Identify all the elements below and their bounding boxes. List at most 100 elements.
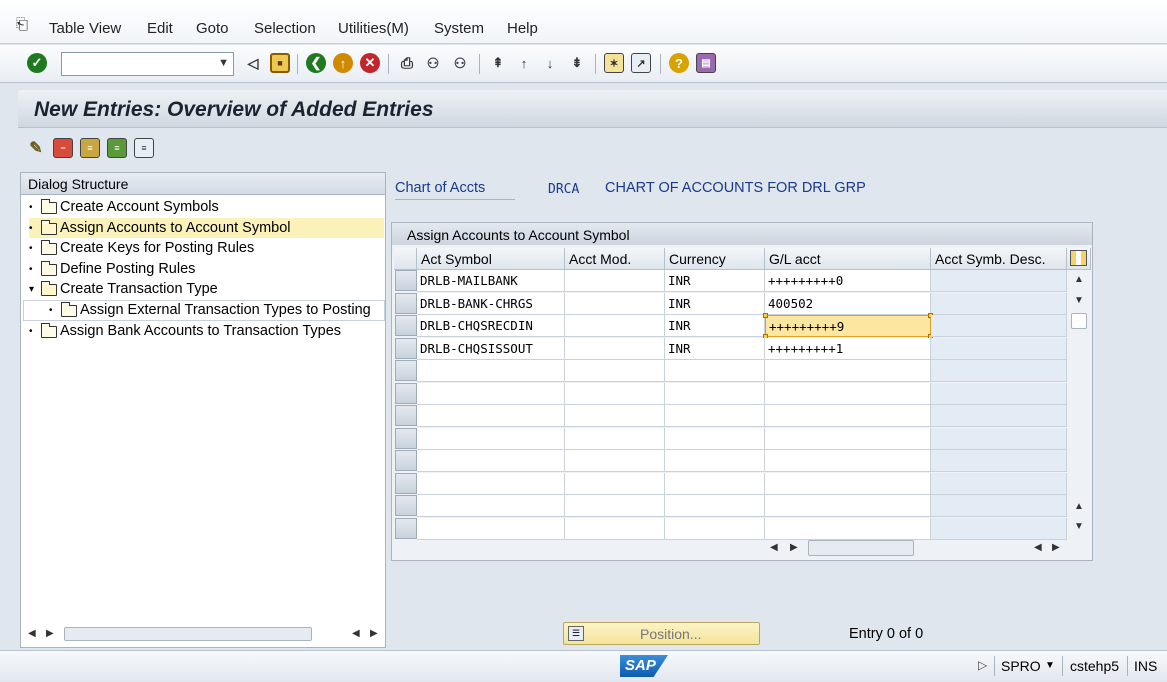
position-button[interactable]: ☰ Position... [563,622,760,645]
scroll-right-icon[interactable]: ▶ [790,542,798,553]
cell-currency[interactable]: INR [665,337,765,360]
menu-system[interactable]: System [434,20,484,37]
select-block-icon[interactable]: ≡ [107,138,127,158]
row-selector[interactable] [395,405,417,426]
save-icon[interactable]: ■ [270,53,290,73]
cell-currency[interactable] [665,360,765,382]
first-page-icon[interactable]: ⇞ [488,53,508,73]
row-selector[interactable] [395,450,417,471]
row-selector[interactable] [395,360,417,381]
menu-edit[interactable]: Edit [147,20,173,37]
next-page-icon[interactable]: ↓ [540,53,560,73]
cell-currency[interactable] [665,495,765,517]
table-vertical-scrollbar[interactable]: ▲ ▼ ▲ ▼ [1068,270,1090,536]
scroll-left-icon[interactable]: ◀ [770,542,778,553]
scroll-up-icon[interactable]: ▲ [1074,501,1084,512]
scroll-right-icon[interactable]: ▶ [46,628,54,639]
cell-gl-acct[interactable] [765,427,931,450]
row-selector[interactable] [395,292,417,314]
help-icon[interactable]: ? [669,53,689,73]
cell-acct-mod[interactable] [565,517,665,540]
cell-gl-acct[interactable]: +++++++++9 [763,313,933,339]
cell-gl-acct[interactable] [765,405,931,427]
find-next-icon[interactable]: ⚇ [450,53,470,73]
menu-help[interactable]: Help [507,20,538,37]
cell-acct-mod[interactable] [565,292,665,315]
exit-icon[interactable]: ↑ [333,53,353,73]
cell-currency[interactable] [665,405,765,427]
tree-item-create-account-symbols[interactable]: • Create Account Symbols [29,197,219,217]
delete-row-icon[interactable]: − [53,138,73,158]
command-field[interactable]: ▼ [61,52,234,76]
scroll-right-icon[interactable]: ▶ [1052,542,1060,553]
cell-gl-acct[interactable] [765,495,931,517]
status-transaction[interactable]: SPRO [1001,658,1041,674]
cell-currency[interactable] [665,382,765,405]
tree-item-define-posting-rules[interactable]: • Define Posting Rules [29,259,195,279]
scroll-down-icon[interactable]: ▼ [1074,521,1084,532]
cell-gl-acct[interactable]: 400502 [765,292,931,315]
scroll-left-icon[interactable]: ◀ [352,628,360,639]
cell-act-symbol[interactable] [417,382,565,405]
column-header-acct-mod[interactable]: Acct Mod. [565,248,665,270]
column-header-act-symbol[interactable]: Act Symbol [417,248,565,270]
menu-table-view[interactable]: Table View [49,20,121,37]
scroll-down-icon[interactable]: ▼ [1074,295,1084,306]
cell-acct-mod[interactable] [565,382,665,405]
column-header-currency[interactable]: Currency [665,248,765,270]
cell-gl-acct[interactable] [765,517,931,540]
tree-item-assign-accounts[interactable]: • Assign Accounts to Account Symbol [29,218,384,238]
tree-horizontal-scrollbar[interactable]: ◀ ▶ ◀ ▶ [20,624,386,644]
row-selector[interactable] [395,472,417,494]
menu-utilities[interactable]: Utilities(M) [338,20,409,37]
cell-currency[interactable] [665,517,765,540]
row-selector[interactable] [395,495,417,516]
scroll-right-icon[interactable]: ▶ [370,628,378,639]
cell-currency[interactable]: INR [665,270,765,292]
scroll-thumb[interactable] [64,627,312,641]
cell-act-symbol[interactable] [417,427,565,450]
cell-acct-mod[interactable] [565,270,665,292]
cell-act-symbol[interactable]: DRLB-CHQSISSOUT [417,337,565,360]
scroll-left-icon[interactable]: ◀ [28,628,36,639]
cell-act-symbol[interactable] [417,405,565,427]
cell-act-symbol[interactable]: DRLB-CHQSRECDIN [417,315,565,337]
cell-acct-mod[interactable] [565,450,665,472]
tree-item-create-keys[interactable]: • Create Keys for Posting Rules [29,238,254,258]
cell-acct-mod[interactable] [565,337,665,360]
tree-item-create-transaction-type[interactable]: ▾ Create Transaction Type [29,279,218,299]
status-toggle-icon[interactable]: ▷ [978,658,987,672]
cancel-icon[interactable]: ✕ [360,53,380,73]
select-all-rows-button[interactable] [394,248,417,270]
cell-acct-mod[interactable] [565,360,665,382]
cell-gl-acct[interactable] [765,472,931,495]
cell-acct-mod[interactable] [565,472,665,495]
cell-act-symbol[interactable] [417,495,565,517]
find-icon[interactable]: ⚇ [423,53,443,73]
cell-gl-acct[interactable]: +++++++++1 [765,337,931,360]
cell-currency[interactable] [665,427,765,450]
scroll-left-icon[interactable]: ◀ [1034,542,1042,553]
previous-page-icon[interactable]: ↑ [514,53,534,73]
table-horizontal-scrollbar[interactable]: ◀ ▶ ◀ ▶ [762,538,1062,558]
cell-act-symbol[interactable]: DRLB-MAILBANK [417,270,565,292]
cell-act-symbol[interactable] [417,360,565,382]
row-selector[interactable] [395,427,417,449]
menu-exit-icon[interactable]: ⎗ [16,16,28,33]
cell-currency[interactable]: INR [665,315,765,337]
row-selector[interactable] [395,337,417,359]
column-header-acct-symb-desc[interactable]: Acct Symb. Desc. [931,248,1067,270]
status-input-mode[interactable]: INS [1134,658,1157,674]
cell-acct-mod[interactable] [565,315,665,337]
row-selector[interactable] [395,270,417,291]
tree-item-assign-external-transaction-types[interactable]: • Assign External Transaction Types to P… [49,300,371,320]
last-page-icon[interactable]: ⇟ [567,53,587,73]
cell-acct-mod[interactable] [565,427,665,450]
cell-gl-acct[interactable] [765,360,931,382]
select-all-icon[interactable]: ≡ [80,138,100,158]
row-selector[interactable] [395,517,417,539]
cell-act-symbol[interactable] [417,517,565,540]
tree-item-assign-bank-accounts[interactable]: • Assign Bank Accounts to Transaction Ty… [29,321,341,341]
deselect-all-icon[interactable]: ≡ [134,138,154,158]
scroll-up-icon[interactable]: ▲ [1074,274,1084,285]
